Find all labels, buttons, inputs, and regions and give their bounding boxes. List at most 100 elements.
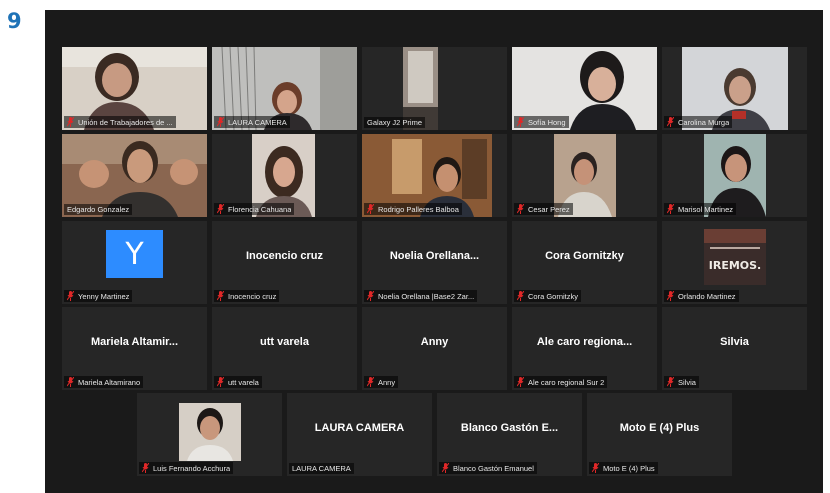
participant-tile-rodrigo[interactable]: Rodrigo Palleres Balboa [362,134,507,217]
participant-tile-carolina[interactable]: Carolina Murga [662,47,807,130]
participant-tile-anny[interactable]: Anny Anny [362,307,507,390]
participant-name-label: Edgardo Gonzalez [64,204,133,215]
participant-tile-sofia[interactable]: Sofía Hong [512,47,657,130]
participant-name-label: Galaxy J2 Prime [364,117,426,128]
participant-tile-orlando[interactable]: IREMOS. Orlando Martinez [662,221,807,304]
participant-display-name: Cora Gornitzky [545,249,624,262]
mic-muted-icon [142,463,149,473]
participant-tile-moto-e4[interactable]: Moto E (4) Plus Moto E (4) Plus [587,393,732,476]
participant-display-name: Inocencio cruz [245,249,324,262]
participant-tile-ale-caro[interactable]: Ale caro regiona... Ale caro regional Su… [512,307,657,390]
participant-name: Galaxy J2 Prime [367,118,423,127]
participant-tile-florencia[interactable]: Florencia Cahuana [212,134,357,217]
mic-muted-icon [667,291,674,301]
mic-muted-icon [442,463,449,473]
participant-name-label: Anny [364,376,399,388]
participant-name-label: Ale caro regional Sur 2 [514,376,608,388]
participant-name-label: Noelia Orellana |Base2 Zar... [364,290,478,302]
participant-tile-silvia[interactable]: Silvia Silvia [662,307,807,390]
mic-muted-icon [67,117,74,127]
mic-muted-icon [367,204,374,214]
mic-muted-icon [517,204,524,214]
participant-tile-utt-varela[interactable]: utt varela utt varela [212,307,357,390]
mic-muted-icon [667,377,674,387]
participant-name-label: Mariela Altamirano [64,376,144,388]
participant-tile-laura-camera[interactable]: LAURA CAMERA [212,47,357,130]
participant-display-name: Blanco Gastón E... [460,421,559,434]
participant-tile-laura-camera-2[interactable]: LAURA CAMERA LAURA CAMERA [287,393,432,476]
mic-muted-icon [67,291,74,301]
participant-tile-blanco[interactable]: Blanco Gastón E... Blanco Gastón Emanuel [437,393,582,476]
participant-display-name: LAURA CAMERA [314,421,405,434]
participant-name: Noelia Orellana |Base2 Zar... [378,291,475,301]
participant-tile-galaxy-j2[interactable]: Galaxy J2 Prime [362,47,507,130]
participant-name-label: Cesar Perez [514,203,573,215]
participant-name: Cesar Perez [528,204,570,214]
participant-name-label: Cora Gornitzky [514,290,582,302]
participant-name: Moto E (4) Plus [603,463,655,473]
participant-tile-union[interactable]: Unión de Trabajadores de ... [62,47,207,130]
participant-display-name: Silvia [720,335,749,348]
mic-muted-icon [517,117,524,127]
poster-text: IREMOS. [708,259,762,272]
participant-name-label: LAURA CAMERA [214,116,290,128]
mic-muted-icon [217,291,224,301]
participant-name-label: Yenny Martinez [64,290,133,302]
participant-tile-marisol[interactable]: Marisol Martinez [662,134,807,217]
mic-muted-icon [367,291,374,301]
participant-name: Yenny Martinez [78,291,130,301]
participant-name: Silvia [678,377,696,387]
participant-name: Inocencio cruz [228,291,277,301]
mic-muted-icon [217,204,224,214]
participant-name-label: utt varela [214,376,262,388]
participant-name: Unión de Trabajadores de ... [78,117,173,127]
participant-name: Blanco Gastón Emanuel [453,463,534,473]
participant-name: Cora Gornitzky [528,291,579,301]
mic-muted-icon [67,377,74,387]
participant-name: LAURA CAMERA [228,117,287,127]
participant-display-name: Noelia Orellana... [389,249,480,262]
participant-name-label: Blanco Gastón Emanuel [439,462,537,474]
participant-name-label: Unión de Trabajadores de ... [64,116,176,128]
participant-name-label: Inocencio cruz [214,290,280,302]
participant-tile-inocencio[interactable]: Inocencio cruz Inocencio cruz [212,221,357,304]
participant-name: Mariela Altamirano [78,377,141,387]
participant-name-label: Rodrigo Palleres Balboa [364,203,462,215]
participant-display-name: Moto E (4) Plus [619,421,700,434]
participant-name-label: Silvia [664,376,699,388]
participant-name: LAURA CAMERA [292,464,351,473]
participant-display-name: Mariela Altamir... [90,335,179,348]
participant-tile-cesar[interactable]: Cesar Perez [512,134,657,217]
participant-name: Luis Fernando Acchura [153,463,231,473]
mic-muted-icon [217,117,224,127]
participant-display-name: Ale caro regiona... [536,335,633,348]
mic-muted-icon [217,377,224,387]
participant-name-label: Florencia Cahuana [214,203,295,215]
participant-name: Carolina Murga [678,117,730,127]
participant-tile-cora[interactable]: Cora Gornitzky Cora Gornitzky [512,221,657,304]
participant-name: Orlando Martinez [678,291,736,301]
participant-name-label: Moto E (4) Plus [589,462,658,474]
mic-muted-icon [592,463,599,473]
participant-name-label: Marisol Martinez [664,203,737,215]
participant-name: Florencia Cahuana [228,204,292,214]
participant-tile-noelia[interactable]: Noelia Orellana... Noelia Orellana |Base… [362,221,507,304]
participant-name: utt varela [228,377,259,387]
participant-tile-edgardo[interactable]: Edgardo Gonzalez [62,134,207,217]
avatar: Y [106,230,163,278]
participant-tile-mariela[interactable]: Mariela Altamir... Mariela Altamirano [62,307,207,390]
mic-muted-icon [667,204,674,214]
participant-tile-luis[interactable]: Luis Fernando Acchura [137,393,282,476]
mic-muted-icon [517,291,524,301]
participant-name: Ale caro regional Sur 2 [528,377,605,387]
participant-name: Edgardo Gonzalez [67,205,130,214]
participant-display-name: Anny [420,335,449,348]
participant-display-name: utt varela [260,335,309,348]
participant-name: Marisol Martinez [678,204,734,214]
page-number: 9 [7,9,22,33]
participant-tile-yenny[interactable]: Y Yenny Martinez [62,221,207,304]
participant-name-label: LAURA CAMERA [289,463,354,474]
participant-name: Rodrigo Palleres Balboa [378,204,459,214]
participant-name-label: Luis Fernando Acchura [139,462,234,474]
participant-name-label: Sofía Hong [514,116,569,128]
